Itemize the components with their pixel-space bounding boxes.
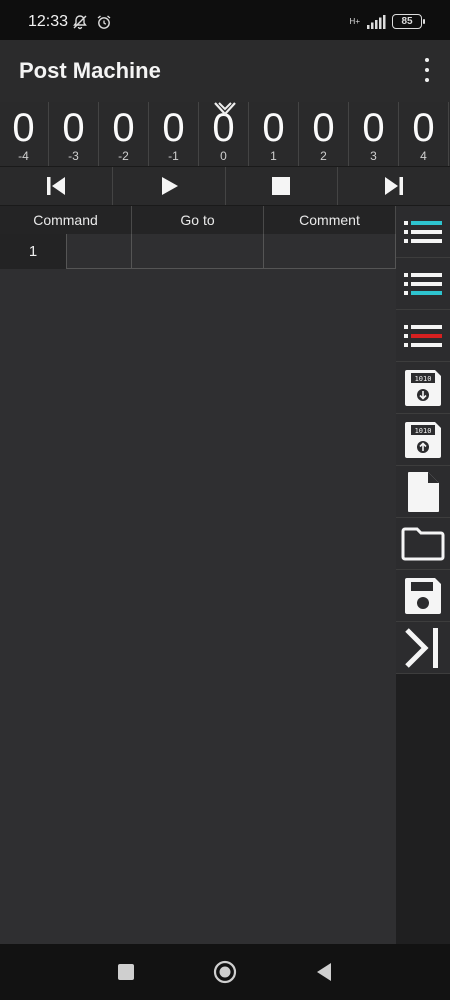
floppy-save-icon [405,577,441,614]
tape-cell-index: -1 [168,149,179,163]
side-toolbar: 1010 1010 [396,206,450,944]
home-button[interactable] [213,960,237,984]
tape-cell-index: -4 [18,149,29,163]
overflow-menu-button[interactable] [420,58,434,82]
insert-row-button[interactable] [396,206,450,258]
tape-cell-value: 0 [112,106,135,150]
app-title: Post Machine [19,58,161,83]
tape-cell-index: 3 [370,149,377,163]
reset-button[interactable] [0,167,113,205]
alarm-icon [97,15,111,29]
tape-cell[interactable]: 0 -4 [0,102,49,166]
tape-cell-index: 1 [270,149,277,163]
collapse-panel-icon [405,627,438,668]
command-cell[interactable] [66,234,132,269]
collapse-toolbar-button[interactable] [396,622,450,674]
tape-cell[interactable]: 0 -2 [99,102,149,166]
binary-load-icon: 1010 [405,421,441,458]
overflow-dot-icon [425,78,429,82]
tape-cell-value: 0 [362,106,385,150]
column-header-goto: Go to [132,206,264,234]
step-forward-icon [385,177,404,195]
tape-cell[interactable]: 0 -3 [49,102,99,166]
folder-icon [401,527,445,560]
step-button[interactable] [338,167,450,205]
list-cyan-alt-icon [404,272,442,295]
tape-cell-value: 0 [412,106,435,150]
bell-off-icon [73,15,87,30]
overflow-dot-icon [425,68,429,72]
table-header: Command Go to Comment [0,206,396,234]
open-program-button[interactable] [396,518,450,570]
tape-cell-index: 4 [420,149,427,163]
tape-cell[interactable]: 0 3 [349,102,399,166]
delete-row-button[interactable] [396,310,450,362]
network-type: H+ [349,16,360,26]
back-triangle-icon [317,963,331,981]
append-row-button[interactable] [396,258,450,310]
square-icon [118,964,134,980]
svg-text:1010: 1010 [415,375,432,383]
circle-icon [213,960,237,984]
tape-cell[interactable]: 0 4 [399,102,449,166]
battery-level: 85 [401,16,413,27]
tape-cell-value: 0 [62,106,85,150]
playback-controls [0,166,450,206]
tape-head-pointer-icon [214,102,236,116]
tape-cell[interactable]: 0 1 [249,102,299,166]
status-notification-icons [72,14,112,30]
tape-cell-value: 0 [262,106,285,150]
play-icon [161,177,178,195]
table-row: 1 [0,234,396,269]
new-file-icon [408,471,439,512]
skip-to-start-icon [46,177,65,195]
tape-cell-value: 0 [162,106,185,150]
stop-icon [272,177,291,195]
binary-save-icon: 1010 [405,369,441,406]
tape-cell-index: 0 [220,149,227,163]
tape-cell-value: 0 [12,106,35,150]
stop-button[interactable] [226,167,339,205]
back-button[interactable] [312,960,336,984]
tape-cell[interactable]: 0 -1 [149,102,199,166]
save-tape-button[interactable]: 1010 [396,362,450,414]
load-tape-button[interactable]: 1010 [396,414,450,466]
new-program-button[interactable] [396,466,450,518]
recent-apps-button[interactable] [114,960,138,984]
column-header-comment: Comment [264,206,396,234]
program-table: Command Go to Comment 1 [0,206,396,944]
list-red-icon [404,324,442,347]
column-header-command: Command [0,206,132,234]
status-bar: 12:33 H+ 85 [0,0,450,40]
tape-cell-index: 2 [320,149,327,163]
app-bar: Post Machine [0,40,450,102]
overflow-dot-icon [425,58,429,62]
system-nav-bar [0,944,450,1000]
tape-cell-index: -3 [68,149,79,163]
list-cyan-icon [404,220,442,243]
row-number: 1 [0,234,66,269]
tape-cell[interactable]: 0 2 [299,102,349,166]
status-system-icons: H+ 85 [349,14,425,29]
status-time: 12:33 [28,13,69,30]
signal-icon [367,14,386,29]
svg-text:1010: 1010 [415,427,432,435]
play-button[interactable] [113,167,226,205]
tape-cell-index: -2 [118,149,129,163]
goto-cell[interactable] [132,234,264,269]
save-program-button[interactable] [396,570,450,622]
tape-cell-value: 0 [312,106,335,150]
battery-indicator: 85 [392,14,425,29]
comment-cell[interactable] [264,234,396,269]
